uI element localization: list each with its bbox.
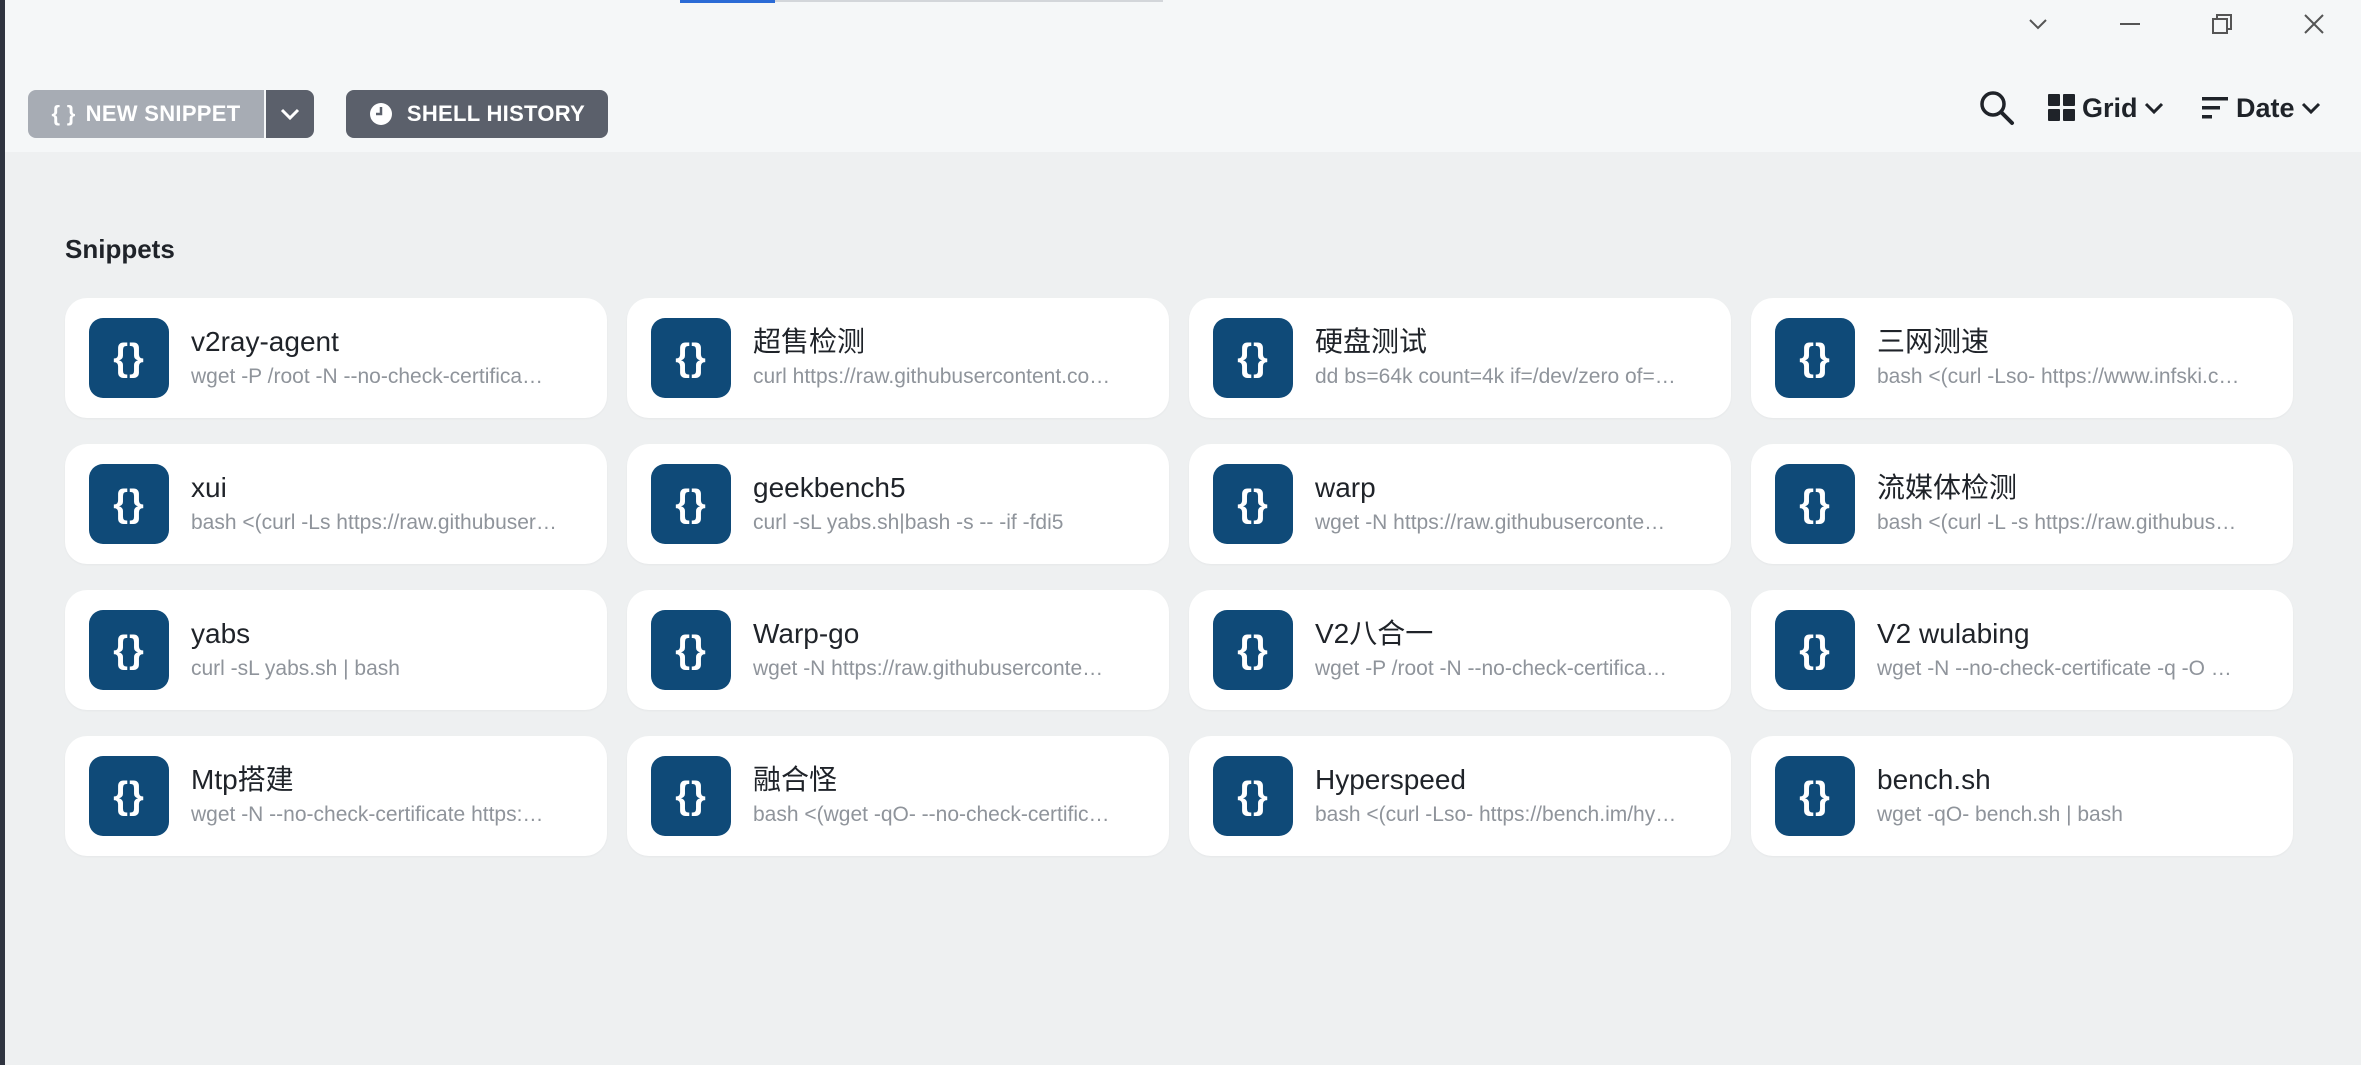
snippet-card[interactable]: {} 三网测速 bash <(curl -Lso- https://www.in… [1751, 298, 2293, 418]
snippet-title: yabs [191, 618, 251, 649]
braces-icon: {} [89, 464, 169, 544]
snippet-command: bash <(curl -L -s https://raw.githubus… [1877, 511, 2237, 534]
braces-icon: {} [1775, 464, 1855, 544]
snippet-card[interactable]: {} 融合怪 bash <(wget -qO- --no-check-certi… [627, 736, 1169, 856]
braces-icon: {} [1213, 464, 1293, 544]
braces-icon: {} [1775, 318, 1855, 398]
braces-icon: {} [651, 464, 731, 544]
braces-icon: {} [1775, 756, 1855, 836]
snippet-title: 三网测速 [1877, 326, 1990, 357]
snippet-command: wget -N --no-check-certificate https:… [191, 803, 544, 826]
chevron-down-icon [280, 108, 300, 120]
snippet-command: wget -P /root -N --no-check-certifica… [1315, 657, 1668, 680]
snippet-card[interactable]: {} V2八合一 wget -P /root -N --no-check-cer… [1189, 590, 1731, 710]
sort-icon [2202, 97, 2228, 119]
snippet-title: 融合怪 [753, 764, 838, 795]
tab-list-chevron-down-icon[interactable] [2008, 4, 2068, 44]
braces-icon: {} [89, 610, 169, 690]
snippet-command: bash <(curl -Lso- https://www.infski.c… [1877, 365, 2240, 388]
restore-icon[interactable] [2192, 4, 2252, 44]
snippet-command: dd bs=64k count=4k if=/dev/zero of=… [1315, 365, 1676, 388]
braces-icon: {} [651, 756, 731, 836]
snippet-command: bash <(curl -Lso- https://bench.im/hy… [1315, 803, 1677, 826]
snippet-title: V2八合一 [1315, 618, 1434, 649]
tab-strip-line [775, 0, 1163, 2]
snippet-title: V2 wulabing [1877, 618, 2030, 649]
snippet-title: Hyperspeed [1315, 764, 1466, 795]
grid-icon [2048, 94, 2075, 121]
braces-icon: { } [51, 101, 76, 126]
active-tab-indicator [680, 0, 775, 3]
braces-icon: {} [1213, 610, 1293, 690]
braces-icon: {} [89, 318, 169, 398]
new-snippet-button[interactable]: { } NEW SNIPPET [28, 90, 264, 138]
snippet-title: Mtp搭建 [191, 764, 294, 795]
snippet-command: wget -P /root -N --no-check-certifica… [191, 365, 544, 388]
snippet-title: 流媒体检测 [1877, 472, 2018, 503]
snippet-command: bash <(wget -qO- --no-check-certific… [753, 803, 1110, 826]
clock-icon [369, 103, 392, 125]
snippet-card[interactable]: {} v2ray-agent wget -P /root -N --no-che… [65, 298, 607, 418]
section-title: Snippets [65, 234, 175, 264]
snippet-command: bash <(curl -Ls https://raw.githubuser… [191, 511, 557, 534]
braces-icon: {} [1213, 318, 1293, 398]
search-icon [1980, 91, 2014, 125]
braces-icon: {} [651, 610, 731, 690]
snippet-title: 超售检测 [753, 326, 866, 357]
snippet-title: xui [191, 472, 227, 503]
shell-history-button[interactable]: SHELL HISTORY [346, 90, 608, 138]
snippet-command: curl https://raw.githubusercontent.co… [753, 365, 1111, 388]
snippet-command: wget -N --no-check-certificate -q -O … [1877, 657, 2232, 680]
snippet-title: Warp-go [753, 618, 860, 649]
snippet-card[interactable]: {} yabs curl -sL yabs.sh | bash [65, 590, 607, 710]
search-button[interactable] [1975, 88, 2019, 128]
snippet-title: v2ray-agent [191, 326, 339, 357]
snippet-card[interactable]: {} Mtp搭建 wget -N --no-check-certificate … [65, 736, 607, 856]
sort-label: Date [2236, 92, 2295, 123]
snippet-title: geekbench5 [753, 472, 906, 503]
sort-dropdown[interactable]: Date [2202, 88, 2321, 128]
snippet-command: curl -sL yabs.sh | bash [191, 657, 400, 680]
snippet-title: 硬盘测试 [1315, 326, 1428, 357]
snippet-card[interactable]: {} V2 wulabing wget -N --no-check-certif… [1751, 590, 2293, 710]
braces-icon: {} [1213, 756, 1293, 836]
braces-icon: {} [651, 318, 731, 398]
view-mode-label: Grid [2082, 92, 2138, 123]
window-left-edge [0, 0, 5, 1065]
snippet-card[interactable]: {} warp wget -N https://raw.githubuserco… [1189, 444, 1731, 564]
snippet-card[interactable]: {} bench.sh wget -qO- bench.sh | bash [1751, 736, 2293, 856]
view-mode-dropdown[interactable]: Grid [2048, 88, 2164, 128]
chevron-down-icon [2301, 102, 2320, 115]
close-icon[interactable] [2284, 4, 2344, 44]
snippet-card[interactable]: {} 流媒体检测 bash <(curl -L -s https://raw.g… [1751, 444, 2293, 564]
snippet-title: warp [1315, 472, 1376, 503]
snippet-command: wget -qO- bench.sh | bash [1877, 803, 2123, 826]
snippet-card[interactable]: {} 超售检测 curl https://raw.githubuserconte… [627, 298, 1169, 418]
snippet-command: wget -N https://raw.githubuserconte… [1315, 511, 1666, 534]
snippet-grid: {} v2ray-agent wget -P /root -N --no-che… [65, 298, 2293, 856]
new-snippet-button-group: { } NEW SNIPPET [28, 90, 314, 138]
snippet-card[interactable]: {} geekbench5 curl -sL yabs.sh|bash -s -… [627, 444, 1169, 564]
snippet-title: bench.sh [1877, 764, 1991, 795]
shell-history-label: SHELL HISTORY [406, 101, 586, 126]
braces-icon: {} [89, 756, 169, 836]
snippet-command: wget -N https://raw.githubuserconte… [753, 657, 1104, 680]
minimize-icon[interactable] [2100, 4, 2160, 44]
new-snippet-label: NEW SNIPPET [85, 101, 241, 126]
snippet-card[interactable]: {} Warp-go wget -N https://raw.githubuse… [627, 590, 1169, 710]
braces-icon: {} [1775, 610, 1855, 690]
snippet-card[interactable]: {} 硬盘测试 dd bs=64k count=4k if=/dev/zero … [1189, 298, 1731, 418]
snippet-card[interactable]: {} xui bash <(curl -Ls https://raw.githu… [65, 444, 607, 564]
new-snippet-dropdown-button[interactable] [266, 90, 314, 138]
snippet-command: curl -sL yabs.sh|bash -s -- -if -fdi5 [753, 511, 1064, 534]
chevron-down-icon [2144, 102, 2163, 115]
snippet-card[interactable]: {} Hyperspeed bash <(curl -Lso- https://… [1189, 736, 1731, 856]
